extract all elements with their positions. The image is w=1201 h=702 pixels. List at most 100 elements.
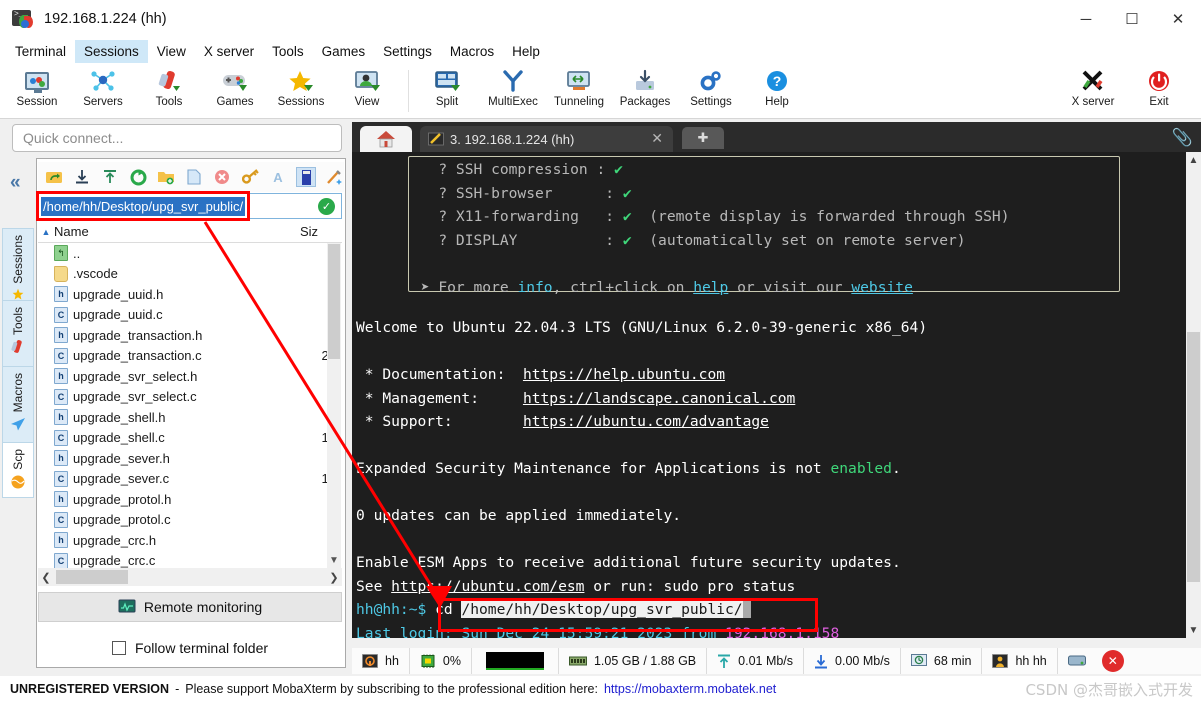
terminal-body[interactable]: ? SSH compression : ✔ ? SSH-browser : ✔ … [352, 152, 1186, 638]
toolbar-exit-button[interactable]: Exit [1126, 66, 1192, 108]
home-tab[interactable] [360, 126, 412, 152]
file-list-item[interactable]: Cupgrade_transaction.c29 [38, 346, 342, 367]
terminal-input-line[interactable]: hh@hh:~$ cd /home/hh/Desktop/upg_svr_pub… [356, 598, 751, 622]
sidebar-item-sessions[interactable]: Sessions [2, 228, 34, 300]
file-list-item[interactable]: hupgrade_protol.h2 [38, 489, 342, 510]
toolbar-view-button[interactable]: View [334, 66, 400, 108]
binary-mode-icon[interactable] [296, 167, 316, 187]
magic-wand-icon[interactable] [324, 167, 344, 187]
toolbar-split-button[interactable]: Split [414, 66, 480, 108]
file-list-item[interactable]: hupgrade_uuid.h1 [38, 284, 342, 305]
permissions-key-icon[interactable] [240, 167, 260, 187]
scp-path-input[interactable]: /home/hh/Desktop/upg_svr_public/ ✓ [38, 193, 342, 219]
file-list-item[interactable]: hupgrade_transaction.h2 [38, 325, 342, 346]
menu-x-server[interactable]: X server [195, 40, 263, 63]
toolbar-servers-button[interactable]: Servers [70, 66, 136, 108]
file-list-scrollbar[interactable]: ▼ [327, 243, 341, 568]
file-list-item[interactable]: hupgrade_svr_select.h1 [38, 366, 342, 387]
menu-settings[interactable]: Settings [374, 40, 441, 63]
toolbar-games-button[interactable]: Games [202, 66, 268, 108]
status-disk[interactable] [1058, 648, 1096, 674]
terminal-scroll-up-icon[interactable]: ▲ [1186, 152, 1201, 168]
file-list-item[interactable]: Cupgrade_protol.c9 [38, 510, 342, 531]
file-list-item[interactable]: hupgrade_crc.h1 [38, 530, 342, 551]
paperclip-icon[interactable]: 📎 [1172, 128, 1193, 148]
file-list-item[interactable]: Cupgrade_crc.c3 [38, 551, 342, 569]
menu-help[interactable]: Help [503, 40, 549, 63]
file-list-item[interactable]: .vscode [38, 264, 342, 285]
status-uptime[interactable]: 68 min [901, 648, 983, 674]
delete-icon[interactable] [212, 167, 232, 187]
file-list-item[interactable]: Cupgrade_svr_select.c5 [38, 387, 342, 408]
toolbar-sessions-button[interactable]: Sessions [268, 66, 334, 108]
status-cpu[interactable]: 0% [410, 648, 472, 674]
sort-indicator-icon[interactable]: ▲ [38, 227, 54, 237]
toolbar-tools-button[interactable]: Tools [136, 66, 202, 108]
refresh-icon[interactable] [128, 167, 148, 187]
sidebar-item-macros[interactable]: Macros [2, 366, 34, 442]
file-list-scroll-thumb[interactable] [328, 244, 340, 359]
add-tab-button[interactable]: ✚ [682, 127, 724, 149]
file-list[interactable]: ↰...vscodehupgrade_uuid.h1Cupgrade_uuid.… [38, 243, 342, 568]
file-list-item[interactable]: Cupgrade_uuid.c1 [38, 305, 342, 326]
file-list-item[interactable]: Cupgrade_sever.c10 [38, 469, 342, 490]
terminal-scroll-thumb[interactable] [1187, 332, 1200, 582]
menu-sessions[interactable]: Sessions [75, 40, 148, 63]
status-user[interactable]: hh [352, 648, 410, 674]
menu-terminal[interactable]: Terminal [6, 40, 75, 63]
file-list-item[interactable]: ↰.. [38, 243, 342, 264]
hscroll-thumb[interactable] [56, 570, 128, 584]
text-mode-icon[interactable]: A [268, 167, 288, 187]
toolbar-tunneling-button[interactable]: Tunneling [546, 66, 612, 108]
sidebar-item-scp[interactable]: Scp [2, 442, 34, 498]
file-list-item[interactable]: hupgrade_shell.h1 [38, 407, 342, 428]
footer-link[interactable]: https://mobaxterm.mobatek.net [604, 682, 776, 696]
menu-tools[interactable]: Tools [263, 40, 313, 63]
menu-macros[interactable]: Macros [441, 40, 503, 63]
new-file-icon[interactable] [184, 167, 204, 187]
status-upload-speed[interactable]: 0.01 Mb/s [707, 648, 804, 674]
menu-games[interactable]: Games [313, 40, 375, 63]
column-header-size[interactable]: Siz [300, 224, 342, 239]
terminal-tab-active[interactable]: 3. 192.168.1.224 (hh) ✕ [420, 126, 673, 152]
status-download-speed[interactable]: 0.00 Mb/s [804, 648, 901, 674]
toolbar-packages-button[interactable]: Packages [612, 66, 678, 108]
minimize-button[interactable]: ─ [1063, 0, 1109, 38]
terminal-prompt-line[interactable]: hh@hh:~$ cd /home/hh/Desktop/upg_svr_pub… [354, 596, 751, 622]
toolbar-x-server-button[interactable]: X server [1060, 66, 1126, 108]
remote-monitoring-button[interactable]: Remote monitoring [38, 592, 342, 622]
status-close-session[interactable]: ✕ [1096, 648, 1130, 674]
status-cpu-graph[interactable] [472, 648, 559, 674]
terminal-scrollbar[interactable]: ▲ ▼ [1186, 152, 1201, 638]
collapse-sidebar-button[interactable]: « [10, 172, 21, 194]
close-button[interactable]: ✕ [1155, 0, 1201, 38]
menu-view[interactable]: View [148, 40, 195, 63]
file-list-item[interactable]: Cupgrade_shell.c10 [38, 428, 342, 449]
download-icon[interactable] [72, 167, 92, 187]
terminal-scroll-down-icon[interactable]: ▼ [1186, 622, 1201, 638]
scroll-right-icon[interactable]: ❯ [326, 571, 342, 584]
toolbar-left-group: Session Servers [4, 66, 400, 108]
toolbar-settings-button[interactable]: Settings [678, 66, 744, 108]
file-list-item[interactable]: hupgrade_sever.h3 [38, 448, 342, 469]
new-folder-icon[interactable] [156, 167, 176, 187]
scroll-left-icon[interactable]: ❮ [38, 571, 54, 584]
file-list-hscrollbar[interactable]: ❮ ❯ [38, 568, 342, 586]
follow-terminal-folder-checkbox[interactable] [112, 641, 126, 655]
parent-folder-icon[interactable] [44, 167, 64, 187]
scroll-down-icon[interactable]: ▼ [327, 552, 341, 568]
status-logged-users[interactable]: hh hh [982, 648, 1057, 674]
status-memory[interactable]: 1.05 GB / 1.88 GB [559, 648, 707, 674]
sidebar-item-tools[interactable]: Tools [2, 300, 34, 366]
follow-terminal-folder-row[interactable]: Follow terminal folder [38, 630, 342, 666]
upload-icon[interactable] [100, 167, 120, 187]
status-close-icon[interactable]: ✕ [1102, 650, 1124, 672]
toolbar-help-button[interactable]: ? Help [744, 66, 810, 108]
toolbar-session-button[interactable]: Session [4, 66, 70, 108]
toolbar-multiexec-button[interactable]: MultiExec [480, 66, 546, 108]
maximize-button[interactable]: ☐ [1109, 0, 1155, 38]
quick-connect-input[interactable]: Quick connect... [12, 124, 342, 152]
column-header-name[interactable]: Name [54, 224, 300, 239]
terminal-tab-close-icon[interactable]: ✕ [651, 130, 663, 147]
globe-icon [10, 474, 26, 490]
